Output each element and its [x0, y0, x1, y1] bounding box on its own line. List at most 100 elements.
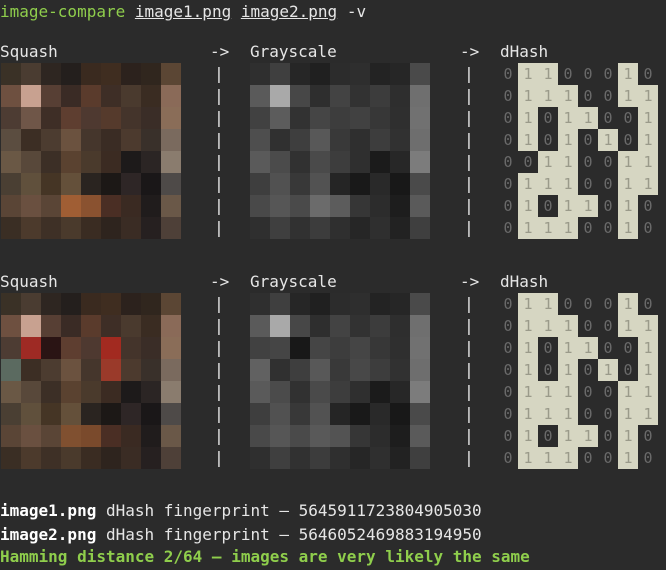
grayscale-pixel — [290, 195, 310, 217]
grayscale-pixel — [310, 85, 330, 107]
squash-pixel — [81, 403, 101, 425]
grayscale-pixel — [290, 217, 310, 239]
squash-pixel — [61, 85, 81, 107]
squash-pixel — [141, 151, 161, 173]
hash-bit: 0 — [603, 317, 613, 335]
grayscale-pixel — [350, 63, 370, 85]
squash-pixel — [161, 337, 181, 359]
squash-pixel — [161, 195, 181, 217]
hash-bit: 1 — [638, 359, 658, 381]
grayscale-pixel — [310, 173, 330, 195]
hash-bit: 1 — [558, 315, 578, 337]
squash-pixel — [101, 173, 121, 195]
hash-bit: 1 — [558, 129, 578, 151]
grayscale-pixel — [310, 107, 330, 129]
grayscale-pixel — [310, 381, 330, 403]
squash-pixel — [161, 403, 181, 425]
hash-bit: 1 — [518, 381, 538, 403]
hash-bit: 1 — [558, 195, 578, 217]
hash-bit: 1 — [618, 403, 638, 425]
squash-pixel — [61, 195, 81, 217]
squash-pixel — [61, 381, 81, 403]
hash-bit: 0 — [603, 65, 613, 83]
hash-bit: 1 — [558, 151, 578, 173]
grayscale-pixel — [270, 315, 290, 337]
grayscale-pixel — [350, 85, 370, 107]
grayscale-pixel — [390, 107, 410, 129]
squash-pixel — [41, 315, 61, 337]
squash-pixel — [21, 359, 41, 381]
hash-bit: 1 — [538, 447, 558, 469]
squash-pixel — [81, 315, 101, 337]
squash-pixel — [41, 195, 61, 217]
hash-bit: 1 — [638, 151, 658, 173]
fingerprint-value-1: dHash fingerprint – 5645911723804905030 — [96, 501, 482, 520]
column-separator: | — [214, 64, 224, 83]
grayscale-pixel — [410, 151, 430, 173]
grayscale-pixel — [390, 173, 410, 195]
squash-pixel — [121, 425, 141, 447]
hash-bit: 0 — [603, 175, 613, 193]
hash-bit: 1 — [518, 129, 538, 151]
squash-pixel — [141, 85, 161, 107]
squash-pixel — [61, 425, 81, 447]
grayscale-pixel — [410, 337, 430, 359]
squash-pixel — [141, 337, 161, 359]
squash-pixel — [41, 381, 61, 403]
squash-pixel — [1, 403, 21, 425]
hash-bit: 1 — [598, 359, 618, 381]
column-separator: | — [464, 108, 474, 127]
column-separator: | — [464, 448, 474, 467]
squash-pixel — [41, 107, 61, 129]
hash-bit: 0 — [583, 295, 593, 313]
squash-pixel — [101, 293, 121, 315]
grayscale-pixel — [270, 359, 290, 381]
grayscale-pixel — [410, 129, 430, 151]
squash-pixel — [21, 217, 41, 239]
grayscale-pixel — [250, 381, 270, 403]
hash-bit: 1 — [618, 425, 638, 447]
hash-bit: 0 — [603, 383, 613, 401]
hash-bit: 0 — [603, 295, 613, 313]
squash-pixel — [101, 107, 121, 129]
hash-bit: 0 — [623, 339, 633, 357]
grayscale-pixel — [270, 195, 290, 217]
squash-pixel — [21, 337, 41, 359]
hash-bit: 0 — [603, 109, 613, 127]
squash-pixel — [161, 217, 181, 239]
squash-pixel — [101, 425, 121, 447]
hash-bit: 1 — [518, 447, 538, 469]
hash-bit: 0 — [603, 219, 613, 237]
column-separator: | — [464, 316, 474, 335]
fingerprint-file-1: image1.png — [0, 501, 97, 520]
squash-pixel — [81, 85, 101, 107]
squash-pixel — [41, 425, 61, 447]
hash-bit: 0 — [543, 427, 553, 445]
squash-pixel — [41, 447, 61, 469]
hash-bit: 1 — [538, 85, 558, 107]
grayscale-pixel — [270, 337, 290, 359]
squash-pixel — [101, 85, 121, 107]
dhash-header: dHash — [500, 272, 549, 291]
hash-bit: 0 — [583, 87, 593, 105]
hash-bit: 1 — [618, 63, 638, 85]
fingerprint-file-2: image2.png — [0, 525, 97, 544]
squash-pixel — [1, 129, 21, 151]
grayscale-pixel — [370, 293, 390, 315]
hash-bit: 1 — [518, 195, 538, 217]
grayscale-pixel — [270, 173, 290, 195]
column-separator: | — [214, 316, 224, 335]
grayscale-pixel — [270, 447, 290, 469]
grayscale-pixel — [250, 85, 270, 107]
squash-pixel — [121, 217, 141, 239]
squash-pixel — [101, 151, 121, 173]
grayscale-pixel — [410, 381, 430, 403]
squash-pixel — [101, 403, 121, 425]
squash-pixel — [61, 173, 81, 195]
grayscale-pixel — [390, 195, 410, 217]
grayscale-pixel — [390, 425, 410, 447]
hash-bit: 1 — [638, 85, 658, 107]
squash-pixel — [161, 107, 181, 129]
grayscale-pixel — [410, 293, 430, 315]
dhash-grid: 0110001001110011010110010101010100110011… — [498, 63, 658, 239]
